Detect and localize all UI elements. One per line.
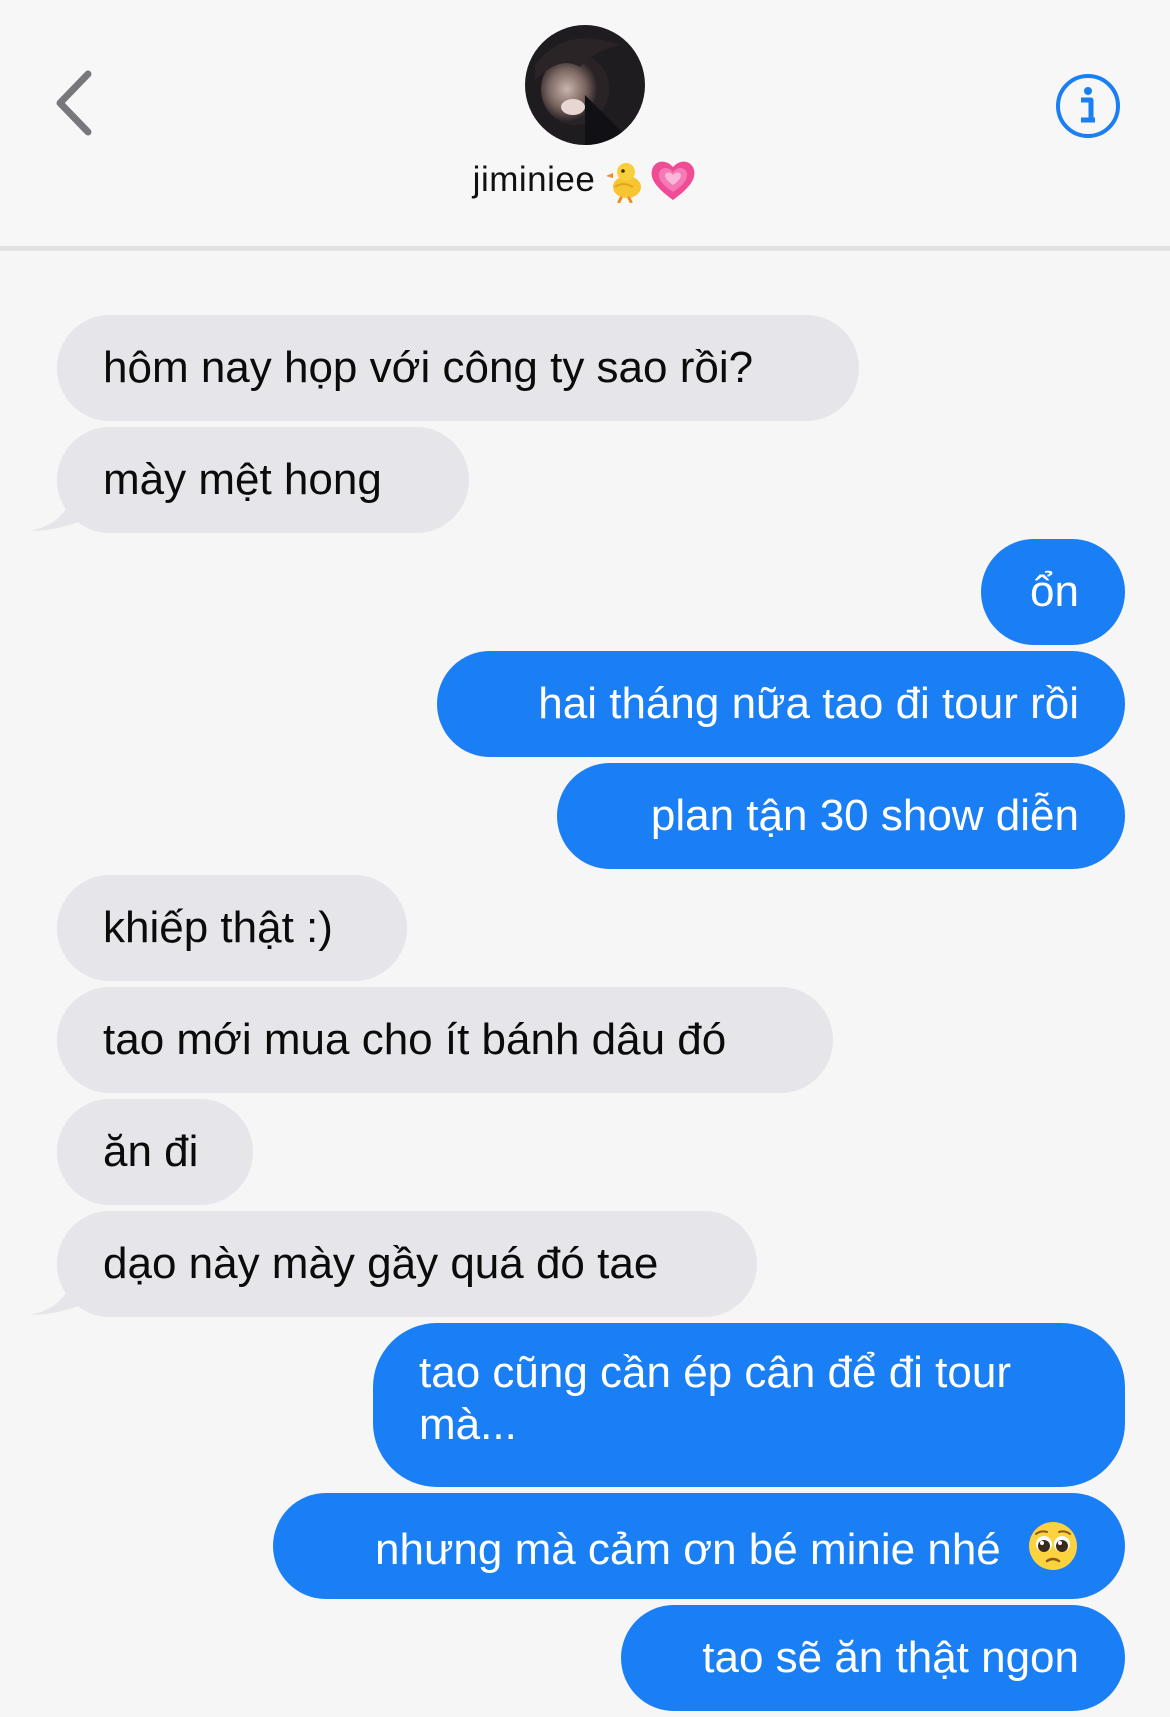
info-button[interactable] xyxy=(1054,72,1122,140)
info-circle-icon xyxy=(1056,74,1120,138)
message-text: plan tận 30 show diễn xyxy=(650,791,1079,840)
message-text: hôm nay họp với công ty sao rồi? xyxy=(103,343,754,392)
message-bubble-received[interactable]: tao mới mua cho ít bánh dâu đó xyxy=(57,987,833,1093)
pleading-face-emoji xyxy=(1029,1522,1077,1570)
message-bubble-received[interactable]: mày mệt hong xyxy=(57,427,469,533)
message-bubble-sent[interactable]: nhưng mà cảm ơn bé minie nhé xyxy=(273,1493,1125,1599)
message-text: tao mới mua cho ít bánh dâu đó xyxy=(103,1015,727,1064)
message-thread[interactable]: hôm nay họp với công ty sao rồi? mày mệt… xyxy=(0,251,1170,1717)
message-text: tao cũng cần ép cân để đi tour mà... xyxy=(419,1348,1011,1449)
growing-heart-emoji xyxy=(651,161,695,200)
contact-avatar[interactable] xyxy=(525,25,645,145)
message-text: mày mệt hong xyxy=(103,455,382,504)
message-bubble-received[interactable]: khiếp thật :) xyxy=(57,875,407,981)
bubble-tail xyxy=(30,1267,90,1315)
avatar-photo xyxy=(525,25,645,145)
message-text: ổn xyxy=(1030,567,1079,616)
message-text: hai tháng nữa tao đi tour rồi xyxy=(538,679,1079,728)
back-button[interactable] xyxy=(52,68,102,138)
message-bubble-sent[interactable]: plan tận 30 show diễn xyxy=(557,763,1125,869)
message-text: nhưng mà cảm ơn bé minie nhé xyxy=(375,1525,1001,1574)
baby-chick-emoji xyxy=(606,163,642,203)
message-text: tao sẽ ăn thật ngon xyxy=(702,1633,1079,1682)
chevron-left-icon xyxy=(56,70,92,136)
contact-name: jiminiee xyxy=(472,160,596,199)
message-text: dạo này mày gầy quá đó tae xyxy=(103,1239,659,1288)
message-bubble-received[interactable]: hôm nay họp với công ty sao rồi? xyxy=(57,315,859,421)
contact-name-row[interactable]: jiminiee xyxy=(0,150,1170,210)
message-bubble-sent[interactable]: tao sẽ ăn thật ngon xyxy=(621,1605,1125,1711)
messages-screen: jiminiee hôm nay họp với công ty sao rồi… xyxy=(0,0,1170,1717)
message-text: ăn đi xyxy=(103,1127,199,1176)
message-bubble-sent[interactable]: ổn xyxy=(981,539,1125,645)
message-bubble-sent[interactable]: hai tháng nữa tao đi tour rồi xyxy=(437,651,1125,757)
message-bubble-received[interactable]: ăn đi xyxy=(57,1099,253,1205)
message-bubble-received[interactable]: dạo này mày gầy quá đó tae xyxy=(57,1211,757,1317)
message-text: khiếp thật :) xyxy=(103,903,333,952)
conversation-header: jiminiee xyxy=(0,0,1170,246)
bubble-tail xyxy=(30,483,90,531)
message-bubble-sent[interactable]: tao cũng cần ép cân để đi tour mà... xyxy=(373,1323,1125,1487)
